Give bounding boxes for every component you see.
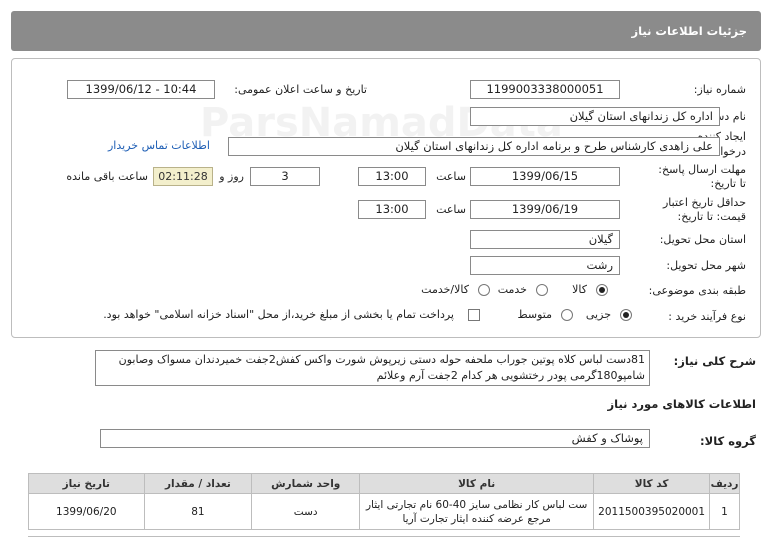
validity-time-field: 13:00 (358, 200, 426, 219)
process-option-medium: متوسط (517, 308, 552, 321)
category-radio-service[interactable] (536, 284, 548, 296)
validity-date-field: 1399/06/19 (470, 200, 620, 219)
category-radio-both[interactable] (478, 284, 490, 296)
process-radio-minor[interactable] (620, 309, 632, 321)
goods-info-title: اطلاعات کالاهای مورد نیاز (607, 397, 756, 411)
province-label: استان محل تحویل: (659, 233, 746, 246)
need-number-label: شماره نیاز: (693, 83, 746, 96)
col-header-row-number: ردیف (709, 473, 740, 494)
page-header: جزئیات اطلاعات نیاز (11, 11, 761, 51)
city-label: شهر محل تحویل: (666, 259, 746, 272)
remaining-timer: 02:11:28 (153, 167, 213, 186)
category-label: طبقه بندی موضوعی: (648, 284, 746, 297)
table-header-row: ردیف کد کالا نام کالا واحد شمارش تعداد /… (28, 473, 740, 494)
col-header-quantity: تعداد / مقدار (143, 473, 253, 494)
cell-code: 2011500395020001 (593, 493, 711, 530)
category-radio-goods[interactable] (596, 284, 608, 296)
page-title: جزئیات اطلاعات نیاز (631, 24, 747, 38)
deadline-label-2: تا تاریخ: (710, 177, 746, 190)
deadline-label: مهلت ارسال پاسخ: (658, 163, 746, 176)
category-option-service: خدمت (497, 283, 527, 296)
goods-table: ردیف کد کالا نام کالا واحد شمارش تعداد /… (28, 473, 740, 530)
validity-label: حداقل تاریخ اعتبار (662, 196, 746, 209)
col-header-code: کد کالا (593, 473, 711, 494)
treasury-payment-note: پرداخت تمام یا بخشی از مبلغ خرید،از محل … (103, 308, 454, 321)
validity-time-label: ساعت (436, 203, 466, 216)
table-row: 1 2011500395020001 ست لباس کار نظامی سای… (28, 493, 740, 530)
category-option-goods: کالا (572, 283, 587, 296)
cell-quantity: 81 (143, 493, 253, 530)
creator-field: علی زاهدی کارشناس طرح و برنامه اداره کل … (228, 137, 720, 156)
cell-row-number: 1 (709, 493, 740, 530)
deadline-date-field: 1399/06/15 (470, 167, 620, 186)
col-header-unit: واحد شمارش (251, 473, 361, 494)
process-label: نوع فرآیند خرید : (668, 310, 746, 323)
goods-group-field: پوشاک و کفش (100, 429, 650, 448)
goods-group-label: گروه کالا: (700, 434, 756, 448)
deadline-time-label: ساعت (436, 170, 466, 183)
cell-name: ست لباس کار نظامی سایز 40-60 نام تجارتی … (359, 493, 595, 530)
process-option-minor: جزیی (585, 308, 611, 321)
description-label: شرح کلی نیاز: (673, 354, 756, 368)
cell-unit: دست (251, 493, 361, 530)
city-field: رشت (470, 256, 620, 275)
remaining-label: ساعت باقی مانده (66, 170, 148, 183)
deadline-time-field: 13:00 (358, 167, 426, 186)
announce-label: تاریخ و ساعت اعلان عمومی: (234, 83, 367, 96)
need-number-field: 1199003338000051 (470, 80, 620, 99)
announce-field: 1399/06/12 - 10:44 (67, 80, 215, 99)
days-field: 3 (250, 167, 320, 186)
province-field: گیلان (470, 230, 620, 249)
cell-date: 1399/06/20 (28, 493, 145, 530)
validity-label-2: قیمت: تا تاریخ: (677, 210, 746, 223)
col-header-date: تاریخ نیاز (28, 473, 145, 494)
bottom-divider (28, 536, 740, 545)
category-option-both: کالا/خدمت (421, 283, 469, 296)
col-header-name: نام کالا (359, 473, 595, 494)
buyer-contact-link[interactable]: اطلاعات تماس خریدار (108, 139, 210, 152)
days-label: روز و (219, 170, 244, 183)
process-radio-medium[interactable] (561, 309, 573, 321)
description-field: 81دست لباس کلاه پوتین جوراب ملحفه حوله د… (95, 350, 650, 386)
buyer-org-field: اداره کل زندانهای استان گیلان (470, 107, 720, 126)
treasury-payment-checkbox[interactable] (468, 309, 480, 321)
